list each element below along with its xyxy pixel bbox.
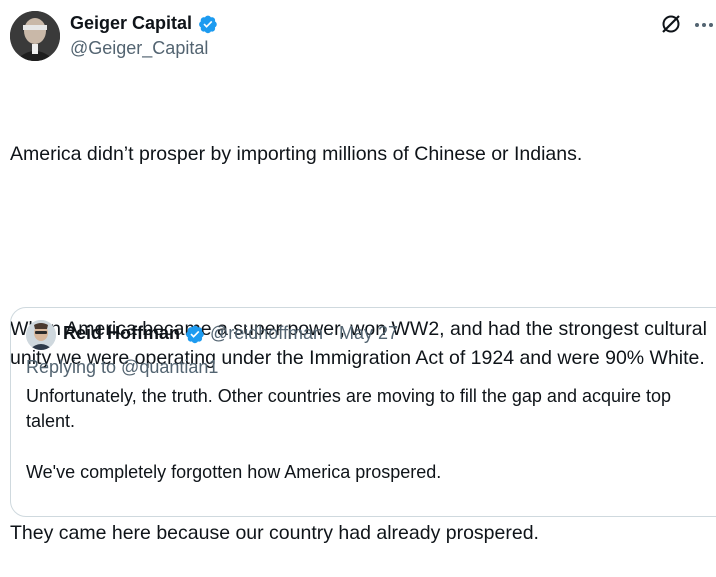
verified-badge-icon: [185, 324, 205, 344]
tweet-paragraph: America didn’t prosper by importing mill…: [10, 143, 583, 165]
grok-icon[interactable]: [660, 13, 682, 35]
quote-text: Unfortunately, the truth. Other countrie…: [26, 384, 706, 485]
quoted-tweet[interactable]: Reid Hoffman @reidhoffman · May 27 Reply…: [10, 307, 716, 517]
quote-author-avatar[interactable]: [26, 320, 56, 350]
author-handle[interactable]: @Geiger_Capital: [70, 38, 208, 59]
quote-header: Reid Hoffman @reidhoffman · May 27: [63, 323, 398, 344]
tweet-paragraph: They came here because our country had a…: [10, 522, 539, 544]
more-icon[interactable]: [693, 18, 715, 30]
quote-paragraph: We've completely forgotten how America p…: [26, 462, 442, 482]
verified-badge-icon: [198, 14, 218, 34]
author-name[interactable]: Geiger Capital: [70, 13, 192, 34]
quote-separator: ·: [328, 323, 335, 343]
author-avatar[interactable]: [10, 11, 60, 61]
quote-date[interactable]: May 27: [339, 323, 398, 344]
author-name-row: Geiger Capital: [70, 13, 218, 34]
quote-paragraph: Unfortunately, the truth. Other countrie…: [26, 386, 672, 431]
quote-author-handle[interactable]: @reidhoffman: [210, 323, 323, 344]
quote-author-name[interactable]: Reid Hoffman: [63, 323, 180, 344]
replying-to: Replying to @quantian1: [26, 357, 219, 377]
